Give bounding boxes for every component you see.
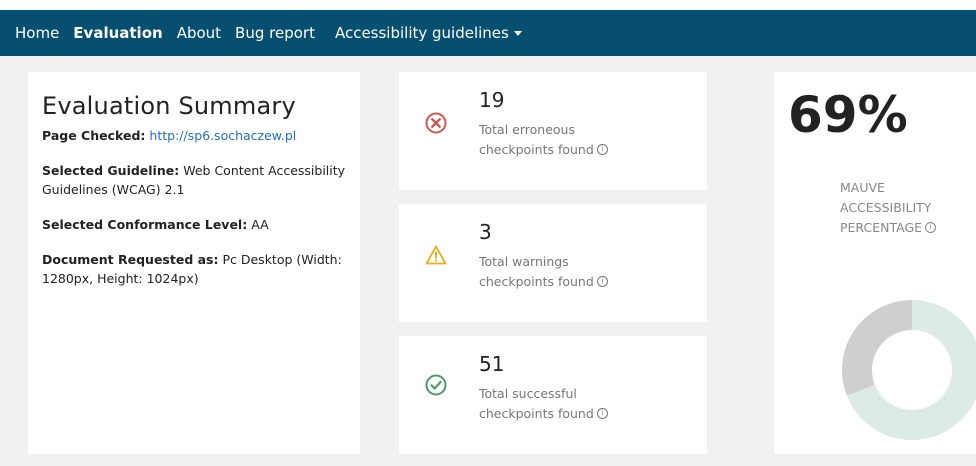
errors-text: Total erroneous checkpoints found [479,122,594,157]
page-checked-label: Page Checked: [42,128,146,143]
score-label: MAUVE ACCESSIBILITY PERCENTAGE [840,180,932,235]
document-label: Document Requested as: [42,252,219,267]
nav-home[interactable]: Home [15,24,59,42]
warnings-card: 3 Total warnings checkpoints found i [399,204,707,322]
info-icon[interactable]: i [596,276,608,287]
evaluation-summary-card: Evaluation Summary Page Checked: http://… [28,72,360,454]
info-icon[interactable]: i [596,144,608,155]
accessibility-score-card: 69% MAUVE ACCESSIBILITY PERCENTAGE i [774,72,976,454]
warnings-count: 3 [479,220,492,244]
warnings-text-block: Total warnings checkpoints found i [479,252,629,292]
warning-triangle-icon [425,245,447,265]
page-checked-row: Page Checked: http://sp6.sochaczew.pl [42,126,346,145]
check-circle-icon [425,374,447,396]
successes-card: 51 Total successful checkpoints found i [399,336,707,454]
conformance-label: Selected Conformance Level: [42,217,248,232]
guideline-row: Selected Guideline: Web Content Accessib… [42,161,346,199]
nav-bug-report[interactable]: Bug report [235,24,315,42]
errors-count: 19 [479,88,505,112]
guideline-label: Selected Guideline: [42,163,180,178]
errors-card: 19 Total erroneous checkpoints found i [399,72,707,190]
score-label-block: MAUVE ACCESSIBILITY PERCENTAGE i [840,178,970,238]
top-strip [0,0,976,10]
errors-text-block: Total erroneous checkpoints found i [479,120,629,160]
nav-accessibility-guidelines-dropdown[interactable]: Accessibility guidelines [335,24,522,42]
successes-count: 51 [479,352,505,376]
nav-about[interactable]: About [177,24,221,42]
conformance-row: Selected Conformance Level: AA [42,215,346,234]
page-checked-link[interactable]: http://sp6.sochaczew.pl [149,128,296,143]
dropdown-label: Accessibility guidelines [334,24,509,42]
warnings-text: Total warnings checkpoints found [479,254,594,289]
info-icon[interactable]: i [925,222,937,233]
caret-down-icon [513,31,522,36]
summary-title: Evaluation Summary [42,92,296,120]
successes-text: Total successful checkpoints found [479,386,594,421]
accessibility-percentage: 69% [788,86,908,144]
top-navbar: Home Evaluation About Bug report Accessi… [0,10,976,56]
conformance-value: AA [251,217,269,232]
successes-text-block: Total successful checkpoints found i [479,384,629,424]
info-icon[interactable]: i [596,408,608,419]
error-x-circle-icon [425,112,447,134]
donut-remaining-segment [842,300,912,396]
document-row: Document Requested as: Pc Desktop (Width… [42,250,346,288]
accessibility-donut-chart [842,300,976,440]
nav-evaluation[interactable]: Evaluation [73,24,162,42]
